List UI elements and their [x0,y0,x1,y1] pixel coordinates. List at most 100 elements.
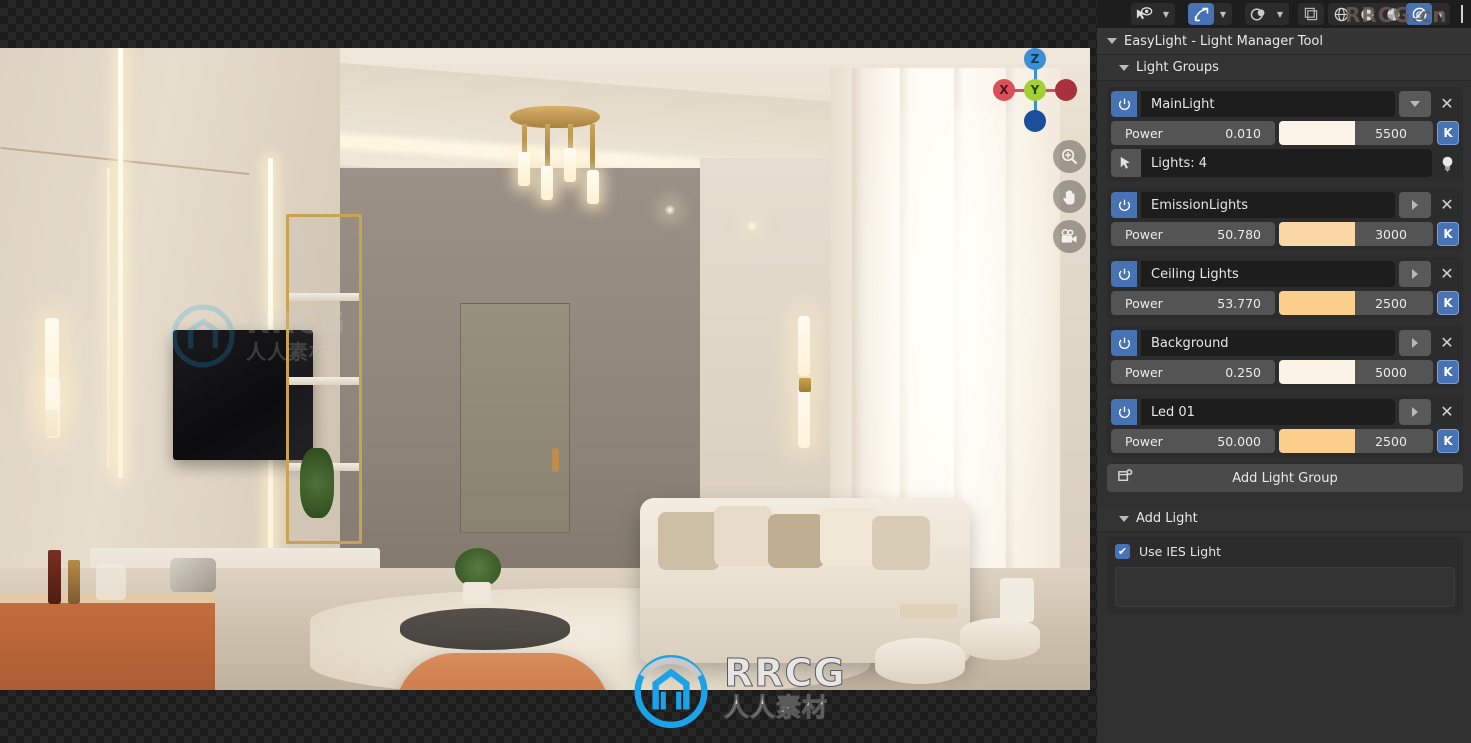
kelvin-unit-button[interactable]: K [1437,121,1459,145]
add-collection-icon [1117,468,1134,489]
light-group-name-field[interactable]: EmissionLights [1141,192,1395,218]
delete-group-button[interactable]: ✕ [1435,330,1459,356]
section-header-light-groups[interactable]: Light Groups [1097,55,1471,81]
kelvin-unit-button[interactable]: K [1437,222,1459,246]
power-value: 50.780 [1217,226,1261,242]
triangle-down-icon [1119,64,1129,71]
sofa-cushion [872,516,930,570]
temperature-value: 5000 [1375,364,1407,380]
color-temperature-slider[interactable]: 2500 [1279,429,1433,453]
expand-group-button[interactable] [1399,399,1431,425]
color-temperature-slider[interactable]: 5500 [1279,121,1433,145]
3d-viewport[interactable]: RRCG 人人素材 Z Y X RRCG 人人素材 [0,0,1097,743]
power-slider[interactable]: Power 50.000 [1111,429,1275,453]
power-slider[interactable]: Power 0.010 [1111,121,1275,145]
kelvin-unit-button[interactable]: K [1437,360,1459,384]
power-slider[interactable]: Power 53.770 [1111,291,1275,315]
light-group-name-field[interactable]: Background [1141,330,1395,356]
light-group-card: Led 01 ✕ Power 50.000 2500 K [1107,395,1463,457]
viewport-header-toolbar: ▼ ▼ ▼ ▼ RRCG.cn [1097,0,1471,28]
power-slider[interactable]: Power 50.780 [1111,222,1275,246]
toolbar-overlays-group: ▼ [1245,3,1289,25]
kelvin-unit-button[interactable]: K [1437,429,1459,453]
cursor-arrow-icon [1120,156,1130,169]
shelf-plant [300,448,334,518]
power-toggle-button[interactable] [1111,91,1137,117]
light-group-header-row: EmissionLights ✕ [1111,192,1459,218]
wall-sconce-right-lower [798,388,810,448]
visibility-selectability-icon[interactable] [1131,3,1157,25]
ies-settings-block: ✔ Use IES Light [1107,537,1463,614]
panel-title-header[interactable]: EasyLight - Light Manager Tool [1097,28,1471,55]
shading-rendered-icon[interactable] [1406,3,1432,25]
color-swatch[interactable] [1279,222,1355,246]
color-swatch[interactable] [1279,291,1355,315]
add-light-group-button[interactable]: Add Light Group [1107,464,1463,492]
wall-sconce-right-base [799,378,811,392]
ies-file-path-field[interactable] [1115,567,1455,607]
color-swatch[interactable] [1279,121,1355,145]
color-temperature-slider[interactable]: 3000 [1279,222,1433,246]
two-circles-icon [1250,7,1264,21]
gizmo-axis-z[interactable]: Z [1024,48,1046,70]
light-type-button[interactable] [1435,149,1459,177]
gizmo-axis-y[interactable]: Y [1024,79,1046,101]
expand-group-button[interactable] [1399,261,1431,287]
sofa-cushion [714,506,772,566]
light-group-name-field[interactable]: Led 01 [1141,399,1395,425]
scene-render [0,48,1090,690]
zoom-view-button[interactable] [1053,140,1086,173]
power-slider[interactable]: Power 0.250 [1111,360,1275,384]
light-group-header-row: MainLight ✕ [1111,91,1459,117]
delete-group-button[interactable]: ✕ [1435,192,1459,218]
chevron-down-icon[interactable]: ▼ [1432,3,1450,25]
use-ies-light-row[interactable]: ✔ Use IES Light [1115,544,1455,559]
power-toggle-button[interactable] [1111,192,1137,218]
decor-bottle [68,560,80,604]
gizmo-axis-x-negative[interactable] [1055,79,1077,101]
delete-group-button[interactable]: ✕ [1435,91,1459,117]
toolbar-gizmo-group: ▼ [1188,3,1232,25]
kelvin-unit-button[interactable]: K [1437,291,1459,315]
shading-material-icon[interactable] [1380,3,1406,25]
color-temperature-slider[interactable]: 2500 [1279,291,1433,315]
shading-solid-icon[interactable] [1354,3,1380,25]
delete-group-button[interactable]: ✕ [1435,261,1459,287]
power-toggle-button[interactable] [1111,330,1137,356]
lights-count-field[interactable]: Lights: 4 [1141,149,1432,177]
color-temperature-slider[interactable]: 5000 [1279,360,1433,384]
chevron-down-icon[interactable]: ▼ [1214,3,1232,25]
light-group-name-field[interactable]: Ceiling Lights [1141,261,1395,287]
section-header-add-light[interactable]: Add Light [1097,506,1471,532]
gizmo-arc-arrow-icon [1194,7,1208,21]
expand-group-button[interactable] [1399,330,1431,356]
gizmo-icon[interactable] [1188,3,1214,25]
navigation-gizmo[interactable]: Z Y X [983,38,1087,142]
lamp-bulb [518,152,530,186]
power-toggle-button[interactable] [1111,261,1137,287]
xray-toggle-icon[interactable] [1298,3,1324,25]
light-group-name-field[interactable]: MainLight [1141,91,1395,117]
select-lights-button[interactable] [1111,149,1141,177]
gizmo-axis-z-negative[interactable] [1024,110,1046,132]
shading-wireframe-icon[interactable] [1328,3,1354,25]
pan-view-button[interactable] [1053,180,1086,213]
camera-icon [1061,228,1077,243]
chevron-down-icon[interactable]: ▼ [1271,3,1289,25]
light-group-card: EmissionLights ✕ Power 50.780 3000 K [1107,188,1463,250]
color-swatch[interactable] [1279,429,1355,453]
toolbar-visibility-group: ▼ [1131,3,1175,25]
watermark-text-sub: 人人素材 [724,692,829,722]
expand-group-button[interactable] [1399,192,1431,218]
power-toggle-button[interactable] [1111,399,1137,425]
expand-group-button[interactable] [1399,91,1431,117]
use-ies-checkbox[interactable]: ✔ [1115,544,1130,559]
color-swatch[interactable] [1279,360,1355,384]
overlays-icon[interactable] [1245,3,1271,25]
gizmo-axis-x[interactable]: X [993,79,1015,101]
delete-group-button[interactable]: ✕ [1435,399,1459,425]
chevron-down-icon[interactable]: ▼ [1157,3,1175,25]
sofa-cushion [658,512,720,570]
add-collection-icon-svg [1118,469,1133,481]
camera-view-button[interactable] [1053,220,1086,253]
